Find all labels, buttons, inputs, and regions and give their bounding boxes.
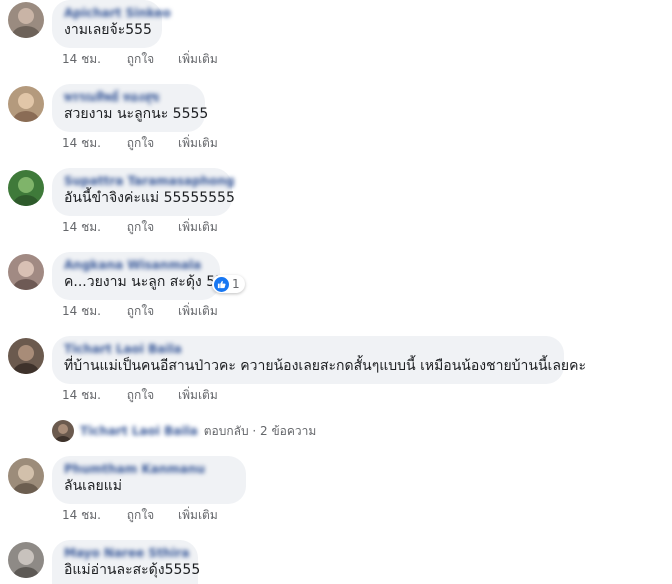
reply-count-link[interactable]: ตอบกลับ · 2 ข้อความ — [204, 422, 317, 441]
comment-text: อันนี้ขำจิงค่ะแม่ 55555555 — [64, 190, 235, 206]
like-button[interactable]: ถูกใจ — [127, 51, 154, 67]
comment-text: งามเลยจ้ะ555 — [64, 22, 152, 38]
comment-actions: 14 ชม. ถูกใจ เพิ่มเติม — [62, 135, 218, 151]
comment-text: ลันเลยแม่ — [64, 478, 122, 494]
reaction-number: 1 — [232, 277, 240, 291]
like-button[interactable]: ถูกใจ — [127, 135, 154, 151]
comment-bubble: Apichart Sinkeo งามเลยจ้ะ555 — [52, 0, 171, 48]
avatar[interactable] — [8, 2, 44, 38]
like-icon — [214, 276, 229, 292]
avatar[interactable] — [8, 458, 44, 494]
comment-actions: 14 ชม. ถูกใจ เพิ่มเติม — [62, 51, 218, 67]
avatar — [52, 420, 74, 442]
avatar[interactable] — [8, 86, 44, 122]
comment-time[interactable]: 14 ชม. — [62, 135, 101, 151]
comment-author[interactable]: Supattra Taramasaphong — [64, 173, 235, 189]
comment-thread: Apichart Sinkeo งามเลยจ้ะ555 14 ชม. ถูกใ… — [0, 0, 672, 584]
comment-author[interactable]: พรรณทิพย์ ทองสุข — [64, 89, 193, 105]
more-button[interactable]: เพิ่มเติม — [178, 387, 218, 403]
avatar[interactable] — [8, 170, 44, 206]
avatar[interactable] — [8, 542, 44, 578]
comment-actions: 14 ชม. ถูกใจ เพิ่มเติม — [62, 219, 218, 235]
reaction-count[interactable]: 1 — [212, 275, 245, 293]
like-button[interactable]: ถูกใจ — [127, 219, 154, 235]
comment-bubble: พรรณทิพย์ ทองสุข สวยงาม นะลูกนะ 5555 — [52, 84, 209, 132]
avatar[interactable] — [8, 254, 44, 290]
comment-time[interactable]: 14 ชม. — [62, 507, 101, 523]
comment-author[interactable]: Angkana Wisanmala — [64, 257, 208, 273]
comment-text: ค...วยงาม นะลูก สะดุ้ง 55 — [64, 274, 225, 290]
like-button[interactable]: ถูกใจ — [127, 507, 154, 523]
comment-author[interactable]: Apichart Sinkeo — [64, 5, 171, 21]
more-button[interactable]: เพิ่มเติม — [178, 51, 218, 67]
comment-bubble: Angkana Wisanmala ค...วยงาม นะลูก สะดุ้ง… — [52, 252, 225, 300]
comment-text: อิแม่อ่านละสะดุ้ง5555 — [64, 562, 201, 578]
comment-actions: 14 ชม. ถูกใจ เพิ่มเติม — [62, 507, 218, 523]
reply-author: Tichart Laoi Baila — [80, 424, 198, 438]
comment-bubble: Tichart Laoi Baila ที่บ้านแม่เป็นคนอีสาน… — [52, 336, 587, 384]
comment-text: ที่บ้านแม่เป็นคนอีสานป่าวคะ ควายน้องเลยส… — [64, 358, 587, 374]
view-replies[interactable]: Tichart Laoi Baila ตอบกลับ · 2 ข้อความ — [52, 420, 316, 442]
comment-bubble: Phumtham Kanmanu ลันเลยแม่ — [52, 456, 246, 504]
more-button[interactable]: เพิ่มเติม — [178, 303, 218, 319]
comment-time[interactable]: 14 ชม. — [62, 303, 101, 319]
comment-author[interactable]: Tichart Laoi Baila — [64, 341, 552, 357]
more-button[interactable]: เพิ่มเติม — [178, 135, 218, 151]
comment-author[interactable]: Phumtham Kanmanu — [64, 461, 234, 477]
like-button[interactable]: ถูกใจ — [127, 303, 154, 319]
comment-time[interactable]: 14 ชม. — [62, 51, 101, 67]
comment-text: สวยงาม นะลูกนะ 5555 — [64, 106, 209, 122]
more-button[interactable]: เพิ่มเติม — [178, 219, 218, 235]
comment-actions: 14 ชม. ถูกใจ เพิ่มเติม — [62, 303, 218, 319]
like-button[interactable]: ถูกใจ — [127, 387, 154, 403]
comment-author[interactable]: Mayo Naree Sthira — [64, 545, 189, 561]
comment-time[interactable]: 14 ชม. — [62, 219, 101, 235]
comment-bubble: Supattra Taramasaphong อันนี้ขำจิงค่ะแม่… — [52, 168, 235, 216]
comment-actions: 14 ชม. ถูกใจ เพิ่มเติม — [62, 387, 218, 403]
comment-bubble: Mayo Naree Sthira อิแม่อ่านละสะดุ้ง5555 — [52, 540, 201, 584]
more-button[interactable]: เพิ่มเติม — [178, 507, 218, 523]
avatar[interactable] — [8, 338, 44, 374]
comment-time[interactable]: 14 ชม. — [62, 387, 101, 403]
